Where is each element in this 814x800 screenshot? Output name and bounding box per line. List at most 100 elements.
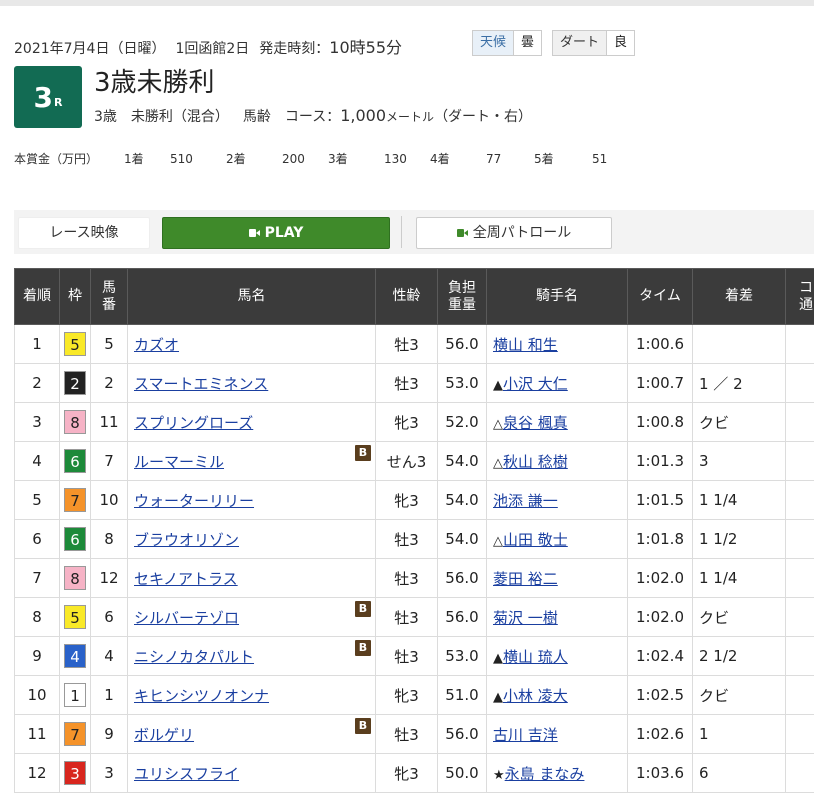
- jockey-name-link[interactable]: 菱田 裕二: [493, 570, 558, 588]
- margin: 2 1/2: [692, 636, 786, 676]
- horse-cell: キヒンシツノオンナ: [127, 675, 376, 715]
- carried-weight: 52.0: [437, 402, 487, 442]
- extra-cell: [785, 558, 814, 598]
- prize-amount: 200: [282, 152, 305, 166]
- finish-time: 1:02.0: [627, 558, 693, 598]
- apprentice-mark: △: [493, 533, 503, 549]
- carried-weight: 54.0: [437, 441, 487, 481]
- jockey-name-link[interactable]: 菊沢 一樹: [493, 609, 558, 627]
- header-weight-line2: 重量: [448, 296, 476, 313]
- horse-number: 12: [90, 558, 128, 598]
- margin: 1 ／ 2: [692, 363, 786, 403]
- horse-name-link[interactable]: ブラウオリゾン: [134, 531, 239, 549]
- frame-cell: 8: [59, 558, 91, 598]
- jockey-name-link[interactable]: 泉谷 楓真: [503, 414, 568, 432]
- finish-position: 11: [14, 714, 60, 754]
- extra-cell: [785, 519, 814, 559]
- horse-name-link[interactable]: ウォーターリリー: [134, 492, 254, 510]
- horse-cell: ブラウオリゾン: [127, 519, 376, 559]
- horse-name-link[interactable]: カズオ: [134, 336, 179, 354]
- video-camera-icon: [456, 229, 468, 237]
- finish-time: 1:01.3: [627, 441, 693, 481]
- frame-number-badge: 7: [64, 722, 86, 746]
- play-button[interactable]: PLAY: [162, 217, 390, 249]
- jockey-cell: 菱田 裕二: [486, 558, 628, 598]
- prize-money: 本賞金（万円） 1着 510 2着 200 3着 130 4着 77 5着 51: [14, 150, 607, 167]
- race-conditions: 3歳 未勝利（混合） 馬齢 コース：1,000メートル（ダート・右）: [94, 106, 532, 126]
- extra-cell: [785, 402, 814, 442]
- horse-name-link[interactable]: キヒンシツノオンナ: [134, 687, 269, 705]
- finish-time: 1:02.6: [627, 714, 693, 754]
- horse-number: 10: [90, 480, 128, 520]
- extra-cell: [785, 753, 814, 793]
- carried-weight: 54.0: [437, 519, 487, 559]
- header-weight-line1: 負担: [448, 279, 476, 296]
- extra-cell: [785, 675, 814, 715]
- jockey-name-link[interactable]: 山田 敬士: [503, 531, 568, 549]
- jockey-cell: △山田 敬士: [486, 519, 628, 559]
- horse-name-link[interactable]: ボルゲリ: [134, 726, 194, 744]
- margin: 3: [692, 441, 786, 481]
- finish-position: 10: [14, 675, 60, 715]
- frame-number-badge: 3: [64, 761, 86, 785]
- jockey-name-link[interactable]: 横山 和生: [493, 336, 558, 354]
- finish-position: 6: [14, 519, 60, 559]
- jockey-name-link[interactable]: 池添 謙一: [493, 492, 558, 510]
- results-table: 着順 枠 馬番 馬名 性齢 負担 重量 騎手名 タイム 着差 コ通 1 5 5 カ…: [14, 268, 814, 793]
- patrol-video-button[interactable]: 全周パトロール: [416, 217, 612, 249]
- frame-cell: 5: [59, 324, 91, 364]
- horse-name-link[interactable]: スマートエミネンス: [134, 375, 268, 393]
- horse-cell: シルバーテゾロ B: [127, 597, 376, 637]
- jockey-cell: △秋山 稔樹: [486, 441, 628, 481]
- sex-age: 牡3: [375, 597, 438, 637]
- button-separator: [401, 216, 402, 248]
- horse-cell: ボルゲリ B: [127, 714, 376, 754]
- prize-place: 4着: [430, 152, 450, 166]
- extra-cell: [785, 636, 814, 676]
- horse-cell: ユリシスフライ: [127, 753, 376, 793]
- sex-age: 牝3: [375, 753, 438, 793]
- horse-name-link[interactable]: ニシノカタパルト: [134, 648, 254, 666]
- finish-time: 1:01.8: [627, 519, 693, 559]
- table-header-row: 着順 枠 馬番 馬名 性齢 負担 重量 騎手名 タイム 着差 コ通: [14, 268, 814, 325]
- horse-name-link[interactable]: ユリシスフライ: [134, 765, 239, 783]
- table-row: 12 3 3 ユリシスフライ 牝3 50.0 ★永島 まなみ 1:03.6 6: [14, 753, 814, 793]
- finish-time: 1:02.5: [627, 675, 693, 715]
- table-row: 10 1 1 キヒンシツノオンナ 牝3 51.0 ▲小林 凌大 1:02.5 ク…: [14, 675, 814, 715]
- extra-cell: [785, 714, 814, 754]
- sex-age: 牝3: [375, 480, 438, 520]
- jockey-name-link[interactable]: 横山 琉人: [503, 648, 568, 666]
- race-video-button[interactable]: レース映像: [18, 217, 150, 249]
- weather-box: 天候曇: [472, 30, 543, 56]
- horse-number: 3: [90, 753, 128, 793]
- horse-number: 11: [90, 402, 128, 442]
- prize-amount: 51: [592, 152, 608, 166]
- header-number-line2: 番: [102, 296, 116, 313]
- finish-time: 1:00.8: [627, 402, 693, 442]
- horse-name-link[interactable]: シルバーテゾロ: [134, 609, 239, 627]
- weather-label: 天候: [472, 30, 515, 56]
- sex-age: 牡3: [375, 636, 438, 676]
- apprentice-mark: ▲: [493, 377, 503, 393]
- jockey-name-link[interactable]: 秋山 稔樹: [503, 453, 568, 471]
- horse-name-link[interactable]: スプリングローズ: [134, 414, 253, 432]
- frame-cell: 3: [59, 753, 91, 793]
- horse-name-link[interactable]: セキノアトラス: [134, 570, 238, 588]
- finish-time: 1:03.6: [627, 753, 693, 793]
- patrol-label: 全周パトロール: [472, 225, 572, 241]
- header-extra-line2: 通: [799, 296, 813, 313]
- jockey-name-link[interactable]: 永島 まなみ: [505, 765, 585, 783]
- finish-position: 7: [14, 558, 60, 598]
- jockey-name-link[interactable]: 小林 凌大: [503, 687, 568, 705]
- jockey-name-link[interactable]: 古川 吉洋: [493, 726, 558, 744]
- carried-weight: 50.0: [437, 753, 487, 793]
- horse-cell: セキノアトラス: [127, 558, 376, 598]
- header-extra: コ通: [785, 268, 814, 325]
- horse-name-link[interactable]: ルーマーミル: [134, 453, 224, 471]
- carried-weight: 56.0: [437, 714, 487, 754]
- distance-unit: メートル: [386, 110, 435, 124]
- margin: 1 1/2: [692, 519, 786, 559]
- race-number-badge: 3R: [14, 66, 82, 128]
- finish-position: 8: [14, 597, 60, 637]
- jockey-name-link[interactable]: 小沢 大仁: [503, 375, 568, 393]
